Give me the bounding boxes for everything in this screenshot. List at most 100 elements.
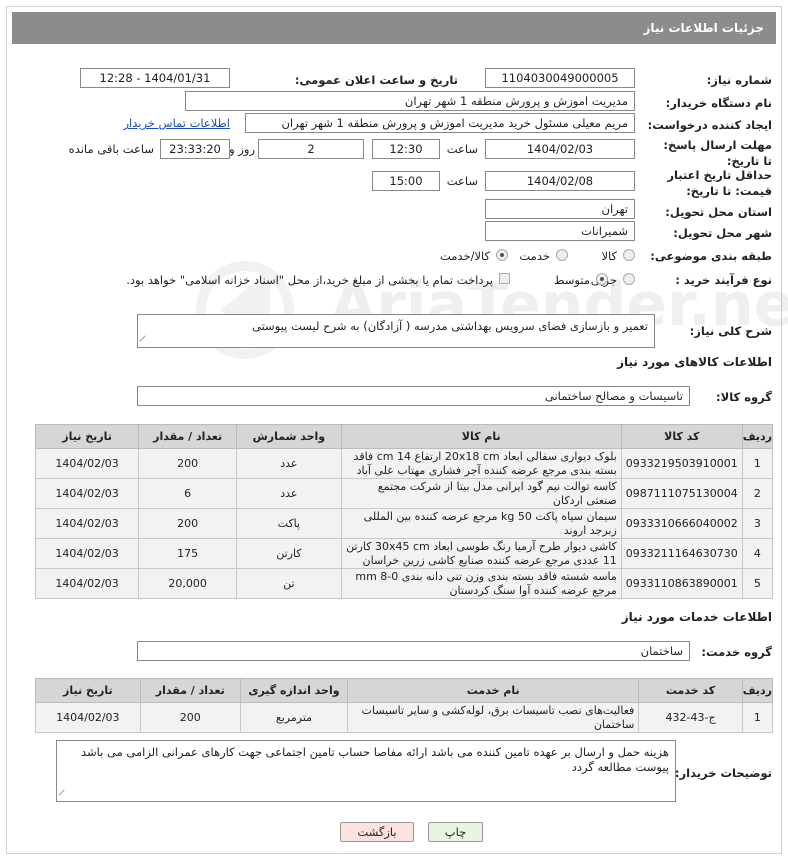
col-code: کد کالا [620,424,743,449]
col-date: تاریخ نیاز [34,424,140,449]
item-unit: عدد [236,478,342,509]
announce-datetime-field: 1404/01/31 - 12:28 [80,68,230,88]
radio-minor[interactable] [623,273,635,285]
item-name: کاسه توالت نیم گود ایرانی مدل بیتا از شر… [340,478,622,509]
col-code: کد خدمت [638,678,743,703]
col-row: ردیف [741,424,774,449]
item-qty: 200 [139,702,241,733]
service-group-label: گروه خدمت: [701,645,772,659]
general-desc-label: شرح کلی نیاز: [689,324,772,338]
item-unit: کارتن [236,538,342,569]
item-qty: 20,000 [138,568,238,599]
buyer-org-field: مدیریت اموزش و پرورش منطقه 1 شهر تهران [185,91,635,111]
item-qty: 200 [138,448,238,479]
subject-category-label: طبقه بندی موضوعی: [650,249,772,263]
col-qty: تعداد / مقدار [139,678,241,703]
need-number-label: شماره نیاز: [706,73,772,87]
item-name: ماسه شسته فاقد بسته بندی وزن تنی دانه بن… [340,568,622,599]
services-section-title: اطلاعات خدمات مورد نیاز [621,610,772,624]
page-title: جزئیات اطلاعات نیاز [12,12,776,44]
item-date: 1404/02/03 [34,508,140,539]
announce-datetime-label: تاریخ و ساعت اعلان عمومی: [294,73,458,87]
services-table-body: 1 ج-43-432 فعالیت‌های نصب تاسیسات برق، لول… [35,702,774,733]
resize-grip-icon[interactable] [58,789,70,801]
item-code: 0933310666040002 [620,508,743,539]
reply-time-field: 12:30 [372,139,440,159]
item-qty: 175 [138,538,238,569]
payment-note: پرداخت تمام یا بخشی از مبلغ خرید،از محل … [126,273,493,287]
row-number: 1 [741,702,774,733]
goods-table-body: 1 0933219503910001 بلوک دیواری سفالی ابعاد… [34,448,774,599]
col-date: تاریخ نیاز [35,678,141,703]
requester-label: ایجاد کننده درخواست: [647,118,772,132]
need-number-field: 1104030049000005 [485,68,635,88]
delivery-province-label: استان محل تحویل: [665,205,772,219]
row-number: 2 [741,478,774,509]
item-code: 0933219503910001 [620,448,743,479]
buyer-notes-label: توضیحات خریدار: [674,766,772,780]
item-unit: پاکت [236,508,342,539]
radio-goods-service[interactable] [496,249,508,261]
goods-table-header: ردیف کد کالا نام کالا واحد شمارش تعداد /… [34,424,774,449]
col-unit: واحد اندازه گیری [239,678,349,703]
table-row: 4 0933211164630730 کاشی دیوار طرح آرمیا رن… [34,538,774,569]
delivery-city-label: شهر محل تحویل: [673,226,772,240]
back-button[interactable]: بازگشت [340,822,414,842]
buyer-notes-box: هزینه حمل و ارسال بر عهده تامین کننده می… [56,740,676,802]
remaining-label: ساعت باقی مانده [68,142,154,156]
treasury-checkbox[interactable] [499,273,510,284]
goods-group-field: تاسیسات و مصالح ساختمانی [137,386,690,406]
validity-hour-label: ساعت [446,174,478,188]
goods-group-label: گروه کالا: [716,390,772,404]
buyer-contact-link[interactable]: اطلاعات تماس خریدار [123,116,230,130]
table-row: 1 ج-43-432 فعالیت‌های نصب تاسیسات برق، لول… [35,702,774,733]
delivery-city-field: شمیرانات [485,221,635,241]
radio-medium[interactable] [596,273,608,285]
reply-deadline-label: مهلت ارسال پاسخ: تا تاریخ: [663,138,772,168]
radio-service[interactable] [556,249,568,261]
row-number: 1 [741,448,774,479]
item-date: 1404/02/03 [35,702,141,733]
print-button[interactable]: چاپ [428,822,483,842]
item-code: 0987111075130004 [620,478,743,509]
reply-date-field: 1404/02/03 [485,139,635,159]
table-row: 3 0933310666040002 سیمان سیاه پاکت 50 kg م… [34,508,774,539]
resize-grip-icon[interactable] [139,335,151,347]
item-name: بلوک دیواری سفالی ابعاد 20x18 cm ارتفاع … [340,448,622,479]
radio-goods-service-label: کالا/خدمت [439,249,490,263]
general-desc-box: تعمیر و بازسازی فضای سرویس بهداشتی مدرسه… [137,314,655,348]
item-unit: مترمربع [239,702,349,733]
delivery-province-field: تهران [485,199,635,219]
requester-field: مریم معیلی مسئول خرید مدیریت اموزش و پرو… [245,113,635,133]
table-row: 5 0933110863890001 ماسه شسته فاقد بسته بند… [34,568,774,599]
item-code: 0933211164630730 [620,538,743,569]
row-number: 5 [741,568,774,599]
price-validity-label: حداقل تاریخ اعتبار قیمت: تا تاریخ: [667,168,772,198]
item-name: سیمان سیاه پاکت 50 kg مرجع عرضه کننده بی… [340,508,622,539]
service-group-field: ساختمان [137,641,690,661]
services-table: ردیف کد خدمت نام خدمت واحد اندازه گیری ت… [35,678,774,733]
item-date: 1404/02/03 [34,538,140,569]
row-number: 3 [741,508,774,539]
radio-medium-label: متوسط [553,273,590,287]
days-and-label: روز و [229,142,255,156]
row-number: 4 [741,538,774,569]
table-row: 1 0933219503910001 بلوک دیواری سفالی ابعاد… [34,448,774,479]
radio-service-label: خدمت [519,249,550,263]
validity-time-field: 15:00 [372,171,440,191]
general-desc-text: تعمیر و بازسازی فضای سرویس بهداشتی مدرسه… [252,319,648,333]
col-name: نام کالا [340,424,622,449]
goods-table: ردیف کد کالا نام کالا واحد شمارش تعداد /… [34,424,774,599]
item-name: فعالیت‌های نصب تاسیسات برق، لوله‌کشی و س… [347,702,640,733]
col-name: نام خدمت [347,678,640,703]
radio-goods[interactable] [623,249,635,261]
reply-hour-label: ساعت [446,142,478,156]
remaining-time-field: 23:33:20 [160,139,230,159]
item-code: 0933110863890001 [620,568,743,599]
goods-section-title: اطلاعات کالاهای مورد نیاز [617,355,772,369]
col-qty: تعداد / مقدار [138,424,238,449]
item-unit: تن [236,568,342,599]
item-date: 1404/02/03 [34,478,140,509]
item-date: 1404/02/03 [34,568,140,599]
services-table-header: ردیف کد خدمت نام خدمت واحد اندازه گیری ت… [35,678,774,703]
